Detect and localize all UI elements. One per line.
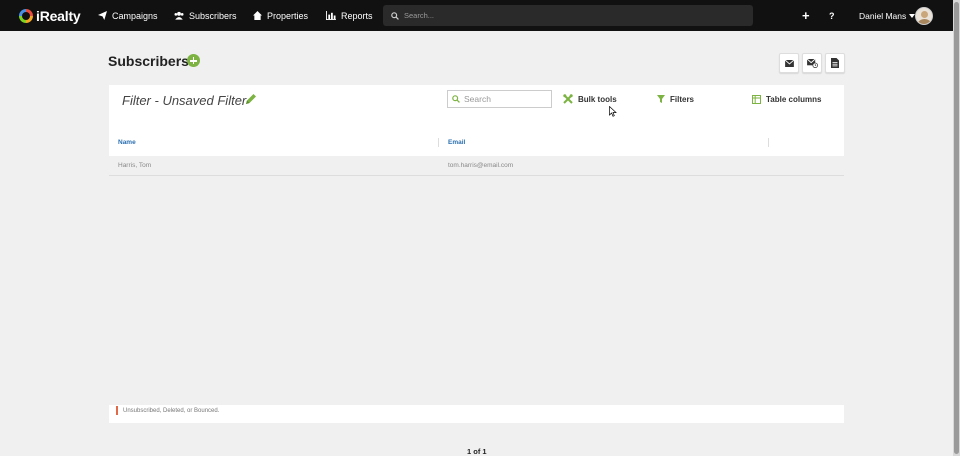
search-icon bbox=[452, 95, 460, 103]
subscribers-card: Filter - Unsaved Filter Bulk tools Filte… bbox=[109, 85, 844, 156]
column-divider[interactable] bbox=[438, 138, 439, 147]
nav-properties[interactable]: Properties bbox=[253, 0, 308, 31]
pencil-icon[interactable] bbox=[245, 93, 257, 105]
table-columns-button[interactable]: Table columns bbox=[752, 90, 821, 108]
top-navbar: iRealty Campaigns Subscribers Properties… bbox=[0, 0, 953, 31]
nav-campaigns-label: Campaigns bbox=[112, 10, 158, 21]
global-search-input[interactable] bbox=[404, 11, 724, 20]
filter-icon bbox=[657, 95, 665, 103]
user-menu[interactable]: Daniel Mans bbox=[859, 0, 916, 31]
search-icon bbox=[391, 11, 399, 20]
envelope-icon bbox=[784, 59, 794, 67]
bar-chart-icon bbox=[326, 11, 336, 20]
paper-plane-icon bbox=[98, 11, 107, 20]
document-icon bbox=[831, 58, 839, 68]
logo-icon bbox=[19, 8, 33, 23]
subscriber-search-input[interactable] bbox=[464, 94, 549, 104]
column-divider[interactable] bbox=[768, 138, 769, 147]
nav-reports-label: Reports bbox=[341, 10, 373, 21]
nav-reports[interactable]: Reports bbox=[326, 0, 373, 31]
pagination: 1 of 1 bbox=[467, 447, 487, 456]
bulk-tools-label: Bulk tools bbox=[578, 94, 617, 104]
add-subscriber-button[interactable] bbox=[187, 54, 200, 67]
filters-label: Filters bbox=[670, 94, 695, 104]
filters-button[interactable]: Filters bbox=[657, 90, 694, 108]
help-button[interactable]: ? bbox=[829, 0, 835, 31]
columns-icon bbox=[752, 94, 761, 104]
export-document-button[interactable] bbox=[825, 53, 845, 73]
add-new-button[interactable]: + bbox=[802, 0, 810, 31]
status-legend-text: Unsubscribed, Deleted, or Bounced. bbox=[123, 408, 220, 414]
column-header-email[interactable]: Email bbox=[448, 139, 465, 146]
status-color-marker bbox=[116, 406, 118, 415]
global-search[interactable] bbox=[383, 5, 753, 26]
users-icon bbox=[174, 11, 184, 20]
avatar[interactable] bbox=[915, 7, 933, 25]
subscriber-search[interactable] bbox=[447, 90, 552, 108]
filter-title: Filter - Unsaved Filter bbox=[122, 93, 247, 108]
page-scrollbar[interactable] bbox=[953, 0, 960, 456]
row-name: Harris, Tom bbox=[118, 162, 152, 169]
nav-subscribers-label: Subscribers bbox=[189, 10, 237, 21]
user-name: Daniel Mans bbox=[859, 10, 907, 21]
logo-text: iRealty bbox=[36, 7, 81, 24]
nav-properties-label: Properties bbox=[267, 10, 309, 21]
email-schedule-button[interactable] bbox=[802, 53, 822, 73]
mouse-cursor-icon bbox=[609, 106, 617, 117]
tools-icon bbox=[563, 94, 573, 104]
home-icon bbox=[253, 11, 262, 20]
table-columns-label: Table columns bbox=[766, 94, 822, 104]
envelope-clock-icon bbox=[806, 58, 818, 68]
email-button[interactable] bbox=[779, 53, 799, 73]
page-title: Subscribers bbox=[108, 53, 189, 69]
logo[interactable]: iRealty bbox=[19, 6, 81, 25]
nav-campaigns[interactable]: Campaigns bbox=[98, 0, 158, 31]
column-header-name[interactable]: Name bbox=[118, 139, 136, 146]
row-email: tom.harris@email.com bbox=[448, 162, 514, 169]
status-legend: Unsubscribed, Deleted, or Bounced. bbox=[109, 405, 844, 423]
nav-subscribers[interactable]: Subscribers bbox=[174, 0, 237, 31]
table-row[interactable]: Harris, Tom tom.harris@email.com bbox=[109, 156, 844, 176]
